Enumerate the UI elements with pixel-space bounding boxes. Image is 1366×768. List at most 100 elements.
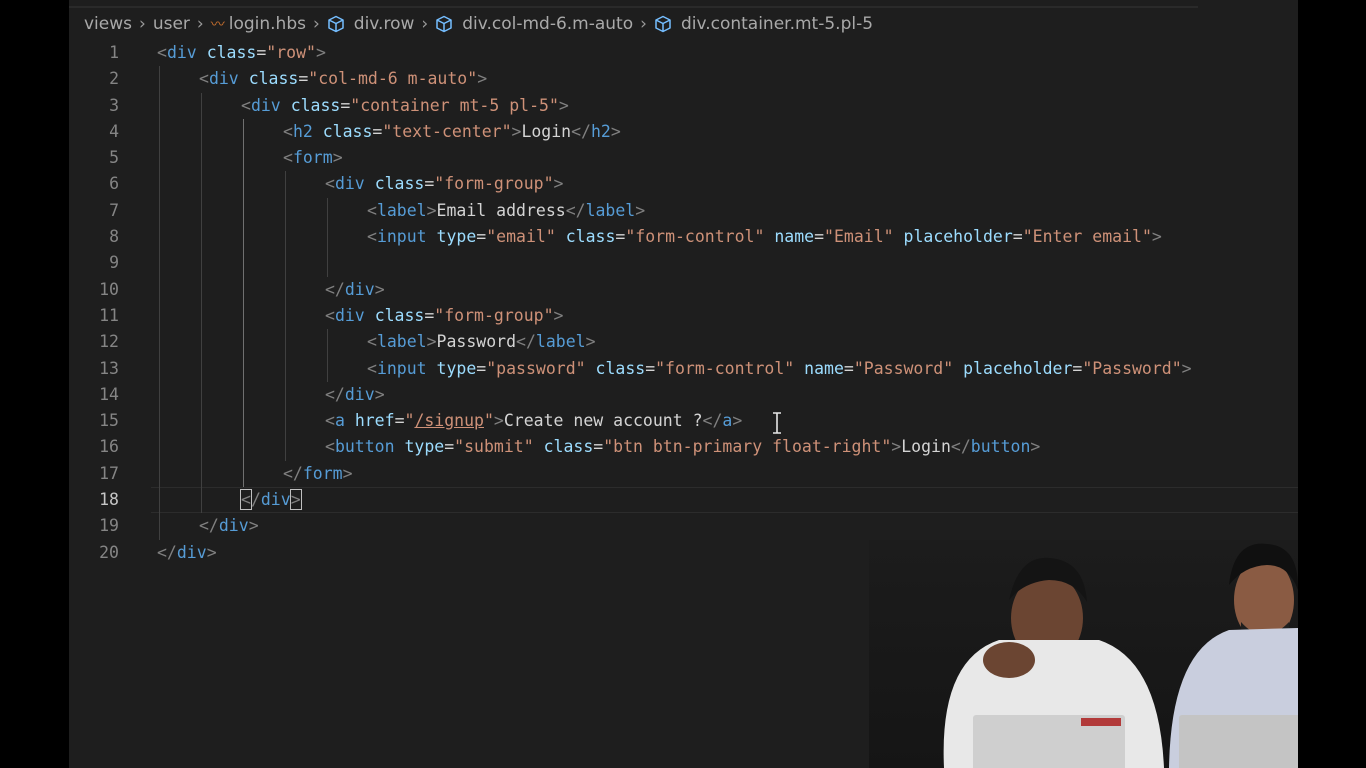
code-line[interactable]: 6 <div class="form-group"> [69, 171, 1298, 198]
line-number: 8 [109, 227, 119, 247]
indent-guide [159, 145, 160, 172]
code-line[interactable]: 16 <button type="submit" class="btn btn-p… [69, 434, 1298, 461]
code-token: > [732, 411, 743, 431]
code-line[interactable]: 15 <a href="/signup">Create new account ?… [69, 408, 1298, 435]
code-editor[interactable]: views › user › 〰 login.hbs › div.row › d… [69, 0, 1298, 768]
code-line[interactable]: 2 <div class="col-md-6 m-auto"> [69, 66, 1298, 93]
code-text: </div> [157, 540, 217, 566]
code-token: = [424, 174, 435, 194]
code-line[interactable]: 5 <form> [69, 145, 1298, 172]
indent-guide [327, 355, 328, 382]
code-token: type [436, 358, 477, 378]
code-token: = [476, 358, 487, 378]
code-line[interactable]: 13 <input type="password" class="form-con… [69, 355, 1298, 382]
code-token: > [891, 437, 902, 457]
indent-guide [327, 329, 328, 356]
code-token: " [483, 411, 494, 431]
code-token: "btn btn-primary float-right" [603, 437, 892, 457]
indent-guide [159, 118, 160, 146]
code-line[interactable]: 18 </div> [69, 487, 1298, 514]
indent-guide [201, 381, 202, 409]
indent-guide [243, 145, 244, 172]
indent-guide [243, 224, 244, 251]
chevron-right-icon: › [312, 14, 320, 34]
indent-guide [243, 329, 244, 356]
indent-guide [159, 434, 160, 461]
code-line[interactable]: 14 </div> [69, 381, 1298, 409]
code-token: class [543, 437, 594, 457]
code-line[interactable]: 17 </form> [69, 460, 1298, 488]
code-line[interactable]: 1 <div class="row"> [69, 40, 1298, 66]
code-line[interactable]: 8 <input type="email" class="form-control… [69, 224, 1298, 251]
indent-guide [201, 329, 202, 356]
code-token: / [250, 490, 261, 510]
tab-bar-edge [69, 6, 1198, 8]
breadcrumb-item-div-container[interactable]: div.container.mt-5.pl-5 [654, 14, 873, 34]
code-token: = [1012, 227, 1023, 247]
code-token: = [298, 69, 309, 89]
indent-guide [201, 355, 202, 382]
code-token: name [804, 358, 844, 378]
code-token: "form-group" [434, 174, 554, 194]
code-token: > [426, 200, 437, 220]
code-token: > [635, 200, 646, 220]
code-token: </ [157, 542, 177, 562]
breadcrumb-item-file[interactable]: 〰 login.hbs [211, 14, 306, 34]
code-token: a [722, 411, 733, 431]
code-token: > [332, 148, 343, 168]
code-token: div [250, 95, 281, 115]
code-text: </div> [325, 277, 385, 303]
code-token: < [367, 358, 377, 378]
code-token: > [493, 411, 504, 431]
code-line[interactable]: 9 [69, 250, 1298, 277]
code-token: "email" [486, 227, 556, 247]
code-token: div [218, 516, 249, 536]
code-line[interactable]: 11 <div class="form-group"> [69, 302, 1298, 330]
indent-guide [285, 171, 286, 198]
code-token: </ [565, 200, 586, 220]
code-token: " [404, 411, 415, 431]
line-number: 19 [99, 516, 119, 536]
code-line[interactable]: 3 <div class="container mt-5 pl-5"> [69, 92, 1298, 119]
breadcrumb-item-user[interactable]: user [153, 14, 190, 34]
code-token: = [814, 227, 825, 247]
code-line[interactable]: 10 </div> [69, 276, 1298, 303]
code-line[interactable]: 19 </div> [69, 513, 1298, 540]
code-token: "text-center" [382, 121, 512, 141]
chevron-right-icon: › [139, 14, 146, 34]
indent-guide [159, 408, 160, 435]
code-token: < [199, 69, 209, 89]
code-line[interactable]: 4 <h2 class="text-center">Login</h2> [69, 118, 1298, 146]
code-line[interactable]: 7 <label>Email address</label> [69, 197, 1298, 225]
code-area[interactable]: 1 <div class="row"> 2 <div class="col-md-6 … [69, 40, 1298, 566]
handlebars-icon: 〰 [210, 17, 225, 33]
indent-guide [159, 513, 160, 540]
code-token: > [1030, 437, 1041, 457]
breadcrumb-item-div-col[interactable]: div.col-md-6.m-auto [435, 14, 633, 34]
code-line[interactable]: 12 <label>Password</label> [69, 329, 1298, 356]
code-token: div [334, 305, 365, 325]
code-token: class [565, 227, 616, 247]
line-number: 16 [99, 437, 119, 457]
code-token: > [1151, 227, 1162, 247]
code-token: = [645, 358, 656, 378]
cube-icon [655, 15, 671, 33]
cube-icon [436, 15, 452, 33]
code-text: </div> [325, 382, 385, 408]
code-text: <input type="password" class="form-contr… [367, 356, 1192, 382]
code-token: "Enter email" [1022, 227, 1152, 247]
code-token: /signup [414, 411, 484, 431]
code-token: < [157, 43, 167, 62]
breadcrumb-item-div-row[interactable]: div.row [327, 14, 414, 34]
code-token: div [344, 384, 375, 404]
indent-guide [243, 197, 244, 225]
code-text: <div class="row"> [157, 40, 326, 66]
indent-guide [159, 329, 160, 356]
code-token: class [206, 43, 257, 62]
breadcrumb-item-views[interactable]: views [84, 14, 132, 34]
code-token: > [477, 69, 488, 89]
